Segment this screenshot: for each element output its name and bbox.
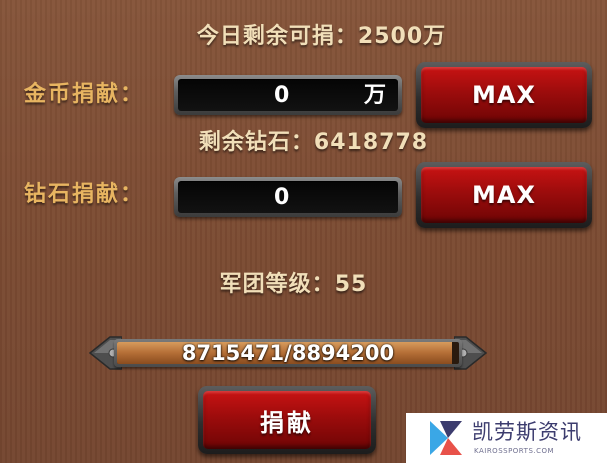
legion-level-value: 55: [334, 272, 368, 297]
remaining-diamonds-label: 剩余钻石：: [198, 130, 314, 155]
progress-text: 8715471/8894200: [181, 342, 395, 364]
legion-level: 军团等级：55: [0, 270, 597, 300]
daily-remaining-label: 今日剩余可捐：: [196, 24, 358, 49]
diamond-max-button-label: MAX: [421, 167, 587, 223]
watermark-title: 凯劳斯资讯: [472, 420, 582, 444]
watermark-subtitle: KAIROSSPORTS.COM: [474, 447, 555, 455]
gold-donation-unit: 万: [363, 83, 386, 108]
diamond-donation-input[interactable]: 0: [174, 177, 402, 217]
daily-remaining-donation: 今日剩余可捐：2500万: [18, 22, 607, 52]
progress-inner: 8715471/8894200: [117, 342, 459, 364]
remaining-diamonds: 剩余钻石：6418778: [10, 128, 607, 158]
legion-level-label: 军团等级：: [219, 272, 335, 297]
donate-button[interactable]: 捐献: [198, 386, 376, 454]
gold-max-button-label: MAX: [421, 67, 587, 123]
donate-button-label: 捐献: [203, 391, 371, 449]
watermark: 凯劳斯资讯 KAIROSSPORTS.COM: [406, 413, 607, 463]
gold-donation-input[interactable]: 0 万: [174, 75, 402, 115]
diamond-max-button[interactable]: MAX: [416, 162, 592, 228]
diamond-donation-input-field[interactable]: 0: [178, 181, 398, 213]
gold-donation-label: 金币捐献：: [24, 82, 145, 107]
progress-track: 8715471/8894200: [114, 339, 462, 367]
diamond-donation-input-value: 0: [274, 185, 290, 210]
gold-donation-input-value: 0: [274, 83, 290, 108]
remaining-diamonds-value: 6418778: [313, 130, 429, 155]
gold-donation-input-field[interactable]: 0 万: [178, 79, 398, 111]
diamond-donation-label: 钻石捐献：: [24, 182, 145, 207]
daily-remaining-value: 2500万: [357, 24, 447, 49]
legion-exp-progress-bar: 8715471/8894200: [88, 334, 488, 372]
kairos-logo-icon: [430, 421, 462, 455]
gold-max-button[interactable]: MAX: [416, 62, 592, 128]
